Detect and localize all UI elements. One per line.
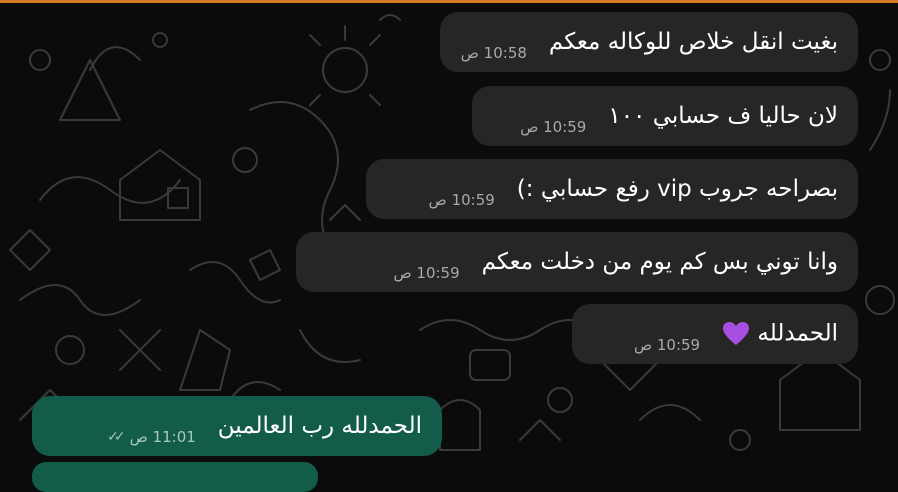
- message-text: الحمدلله رب العالمين: [217, 412, 422, 439]
- message-bubble-incoming[interactable]: بغيت انقل خلاص للوكاله معكم 10:58 ص: [440, 12, 858, 72]
- message-text: بصراحه جروب vip رفع حسابي :): [516, 175, 838, 202]
- purple-heart-icon: [723, 322, 750, 345]
- message-text: بغيت انقل خلاص للوكاله معكم: [548, 28, 838, 55]
- message-timestamp: 10:59 ص: [633, 336, 701, 354]
- message-bubble-outgoing[interactable]: الحمدلله رب العالمين 11:01 ص ✓✓: [32, 396, 442, 456]
- message-text: لان حاليا ف حسابي ١٠٠: [608, 102, 838, 129]
- message-timestamp: 10:58 ص: [460, 44, 527, 62]
- message-timestamp: 10:59 ص: [428, 191, 495, 209]
- message-meta: 11:01 ص ✓✓: [107, 428, 196, 446]
- message-timestamp: 11:01 ص: [129, 428, 196, 446]
- message-text: وانا توني بس كم يوم من دخلت معكم: [481, 248, 838, 275]
- message-bubble-incoming[interactable]: الحمدلله 10:59 ص: [572, 304, 858, 364]
- window-top-edge: [0, 0, 898, 3]
- read-receipt-icon: ✓✓: [107, 429, 126, 445]
- message-timestamp: 10:59 ص: [520, 118, 587, 136]
- message-bubble-incoming[interactable]: وانا توني بس كم يوم من دخلت معكم 10:59 ص: [296, 232, 858, 292]
- message-bubble-incoming[interactable]: بصراحه جروب vip رفع حسابي :) 10:59 ص: [366, 159, 858, 219]
- message-text-content: الحمدلله: [757, 320, 838, 347]
- message-bubble-incoming[interactable]: لان حاليا ف حسابي ١٠٠ 10:59 ص: [472, 86, 858, 146]
- message-timestamp: 10:59 ص: [393, 264, 460, 282]
- next-message-peek: [32, 462, 318, 492]
- message-text: الحمدلله: [722, 321, 838, 347]
